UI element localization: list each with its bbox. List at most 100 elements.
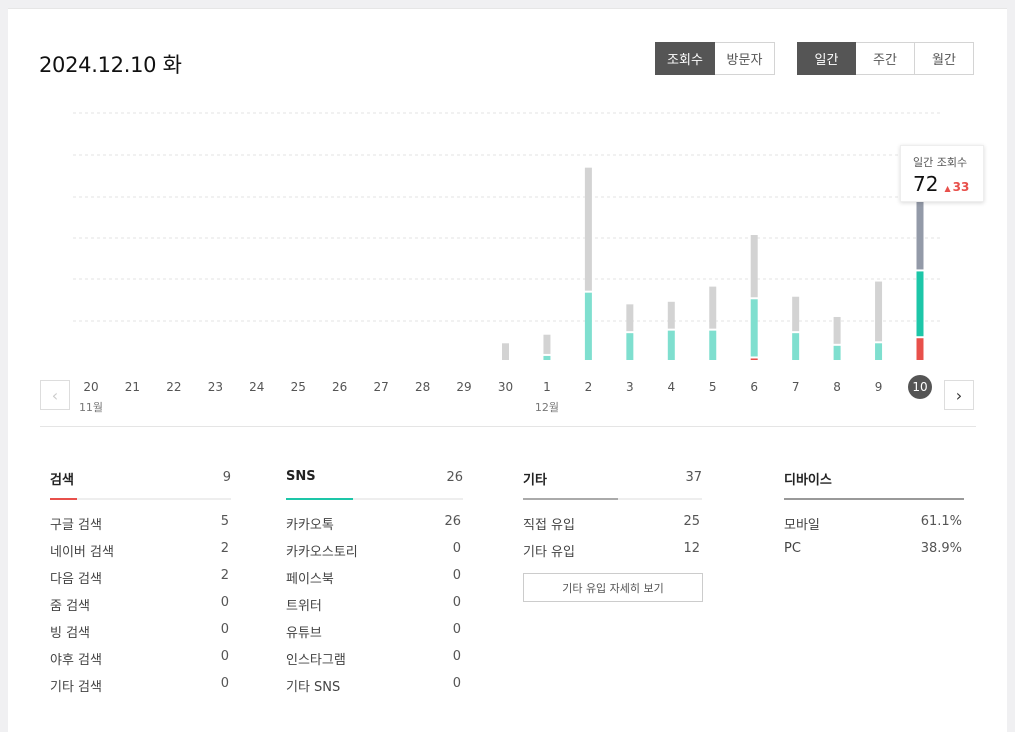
- chart-bar-sns: [792, 333, 800, 360]
- etc-total: 37: [685, 470, 702, 485]
- row-label: 카카오스토리: [286, 545, 358, 560]
- sns-stats: SNS 26 카카오톡 26 카카오스토리 0 페이스북 0 트위터 0 유튜브 0 인스…: [286, 467, 463, 703]
- row-label: 네이버 검색: [50, 545, 114, 560]
- row-value: 0: [220, 622, 229, 637]
- chart-bar-sns: [543, 355, 551, 360]
- row-value: 0: [220, 595, 229, 610]
- row-value: 25: [683, 514, 700, 529]
- row-label: 트위터: [286, 599, 322, 614]
- chart-bar-etc: [750, 235, 758, 298]
- row-label: 빙 검색: [50, 626, 91, 641]
- etc-stats: 기타 37 직접 유입 25 기타 유입 12: [523, 467, 702, 568]
- x-tick-label: 28: [415, 380, 430, 394]
- chart-tooltip: 일간 조회수 72 ▲ 33: [900, 145, 984, 202]
- daily-views-chart: 20 21 22 23 24 25 26 27 28 29 30 1 2 3 4 5 6 7 8 9 10 11월 12월 …: [8, 9, 1007, 429]
- list-item: 모바일 61.1%: [784, 514, 964, 541]
- chart-bar-etc: [502, 343, 509, 360]
- chart-bar-search: [916, 338, 924, 360]
- list-item: 인스타그램 0: [286, 649, 463, 676]
- row-value: 12: [683, 541, 700, 556]
- search-stats: 검색 9 구글 검색 5 네이버 검색 2 다음 검색 2 줌 검색 0 빙 검색 0 야…: [50, 467, 231, 703]
- x-tick-label: 30: [498, 380, 513, 394]
- search-title: 검색: [50, 473, 74, 488]
- row-value: 2: [220, 568, 229, 583]
- list-item: PC 38.9%: [784, 541, 964, 568]
- row-value: 0: [452, 541, 461, 556]
- row-label: PC: [784, 541, 801, 556]
- chart-bar-sns: [584, 292, 592, 360]
- list-item: 야후 검색 0: [50, 649, 231, 676]
- chart-bar-sns: [709, 330, 717, 360]
- chart-bar-sns: [916, 271, 924, 337]
- chevron-left-icon[interactable]: ‹: [40, 380, 70, 410]
- x-tick-label: 2: [585, 380, 593, 394]
- x-tick-label: 6: [750, 380, 758, 394]
- x-tick-label: 29: [456, 380, 471, 394]
- row-value: 0: [452, 676, 461, 691]
- chevron-right-icon[interactable]: ›: [944, 380, 974, 410]
- chart-bar-sns: [833, 345, 841, 360]
- chart-bar-search: [750, 358, 758, 360]
- x-tick-label: 3: [626, 380, 634, 394]
- x-tick-label: 20: [83, 380, 98, 394]
- list-item: 기타 유입 12: [523, 541, 702, 568]
- x-tick-label: 7: [792, 380, 800, 394]
- chart-bar-sns: [667, 330, 675, 360]
- search-total: 9: [222, 470, 231, 485]
- tooltip-value: 72: [913, 172, 939, 196]
- row-label: 카카오톡: [286, 518, 334, 533]
- x-tick-label: 23: [208, 380, 223, 394]
- month-label: 12월: [535, 401, 559, 414]
- x-tick-label: 21: [125, 380, 140, 394]
- row-label: 유튜브: [286, 626, 322, 641]
- x-tick-label: 5: [709, 380, 717, 394]
- list-item: 기타 SNS 0: [286, 676, 463, 703]
- etc-detail-button[interactable]: 기타 유입 자세히 보기: [523, 573, 703, 602]
- chart-bar-sns: [750, 299, 758, 357]
- x-tick-label: 10: [912, 380, 927, 394]
- x-tick-label: 1: [543, 380, 551, 394]
- row-value: 2: [220, 541, 229, 556]
- sns-bar-fill: [286, 498, 354, 500]
- month-label: 11월: [79, 401, 103, 414]
- list-item: 빙 검색 0: [50, 622, 231, 649]
- row-value: 0: [220, 676, 229, 691]
- list-item: 트위터 0: [286, 595, 463, 622]
- chart-bar-sns: [626, 333, 634, 360]
- x-tick-label: 4: [667, 380, 675, 394]
- x-tick-label: 22: [166, 380, 181, 394]
- row-value: 5: [220, 514, 229, 529]
- list-item: 구글 검색 5: [50, 514, 231, 541]
- chart-bar-sns: [875, 343, 883, 360]
- row-label: 기타 검색: [50, 680, 102, 695]
- search-bar-fill: [50, 498, 78, 500]
- chart-bar-etc: [709, 286, 717, 329]
- divider: [40, 426, 976, 427]
- search-bar-track: [50, 498, 231, 500]
- sns-title: SNS: [286, 469, 316, 484]
- list-item: 유튜브 0: [286, 622, 463, 649]
- caret-up-icon: ▲: [944, 184, 951, 193]
- list-item: 직접 유입 25: [523, 514, 702, 541]
- row-label: 야후 검색: [50, 653, 102, 668]
- row-label: 기타 유입: [523, 545, 575, 560]
- row-value: 0: [452, 622, 461, 637]
- row-value: 38.9%: [920, 541, 962, 556]
- row-label: 페이스북: [286, 572, 334, 587]
- row-label: 구글 검색: [50, 518, 102, 533]
- row-label: 직접 유입: [523, 518, 575, 533]
- bar-chart-svg: 20 21 22 23 24 25 26 27 28 29 30 1 2 3 4 5 6 7 8 9 1011월 12월: [73, 112, 940, 414]
- chart-bar-etc: [833, 316, 841, 344]
- stats-panel: 2024.12.10 화 조회수 방문자 일간 주간 월간 20 21 22 23 24…: [8, 8, 1007, 732]
- x-tick-label: 26: [332, 380, 347, 394]
- list-item: 카카오톡 26: [286, 514, 463, 541]
- etc-bar-fill: [523, 498, 618, 500]
- row-label: 줌 검색: [50, 599, 91, 614]
- row-label: 기타 SNS: [286, 680, 341, 695]
- row-value: 61.1%: [920, 514, 962, 529]
- x-tick-label: 27: [374, 380, 389, 394]
- row-value: 0: [452, 649, 461, 664]
- x-tick-label: 8: [833, 380, 841, 394]
- list-item: 페이스북 0: [286, 568, 463, 595]
- row-value: 0: [220, 649, 229, 664]
